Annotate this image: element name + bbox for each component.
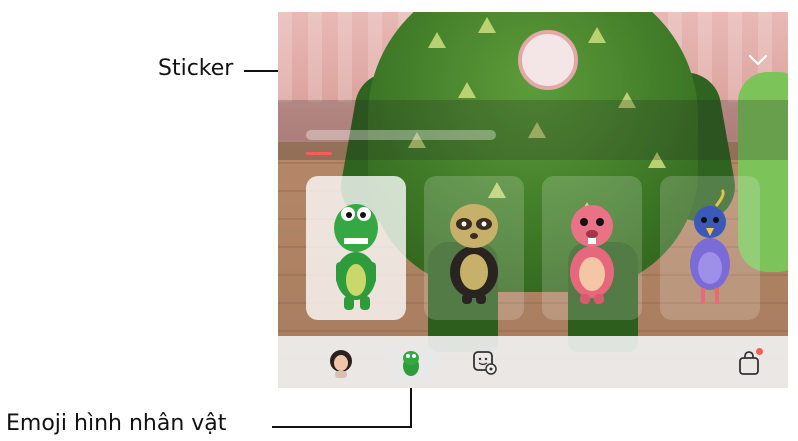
monster-spike <box>458 82 476 98</box>
sticker-category-tabs[interactable] <box>306 130 496 140</box>
sticker-callout-label: Sticker <box>158 56 234 81</box>
avatar-emoji-callout-line-vertical <box>410 383 412 427</box>
character-carousel <box>306 176 786 320</box>
character-card-sloth[interactable] <box>424 176 524 320</box>
monster-spike <box>588 27 606 43</box>
beaver-character-icon <box>570 205 614 304</box>
my-emoji-button[interactable] <box>322 344 360 382</box>
ar-emoji-screen <box>278 12 788 388</box>
sloth-character-icon <box>450 204 498 304</box>
character-emoji-button[interactable] <box>384 344 438 382</box>
sticker-settings-icon <box>473 351 497 375</box>
store-notification-badge <box>756 348 763 355</box>
character-card-bird[interactable] <box>660 176 760 320</box>
character-card-beaver[interactable] <box>542 176 642 320</box>
selected-tab-indicator <box>306 152 332 155</box>
avatar-emoji-callout-line <box>272 426 412 428</box>
sticker-settings-button[interactable] <box>470 344 500 382</box>
chevron-down-icon[interactable] <box>748 50 768 70</box>
monster-spike <box>428 32 446 48</box>
bird-character-icon <box>690 188 730 304</box>
monster-spike <box>478 17 496 33</box>
avatar-emoji-callout-label: Emoji hình nhân vật <box>6 411 227 436</box>
dinosaur-character-icon <box>334 204 378 310</box>
character-card-dinosaur[interactable] <box>306 176 406 320</box>
monster-eye <box>518 30 578 90</box>
emoji-bottom-toolbar <box>278 336 788 388</box>
store-button[interactable] <box>734 344 764 382</box>
dinosaur-character-icon <box>403 351 419 376</box>
my-emoji-avatar-icon <box>330 350 352 378</box>
